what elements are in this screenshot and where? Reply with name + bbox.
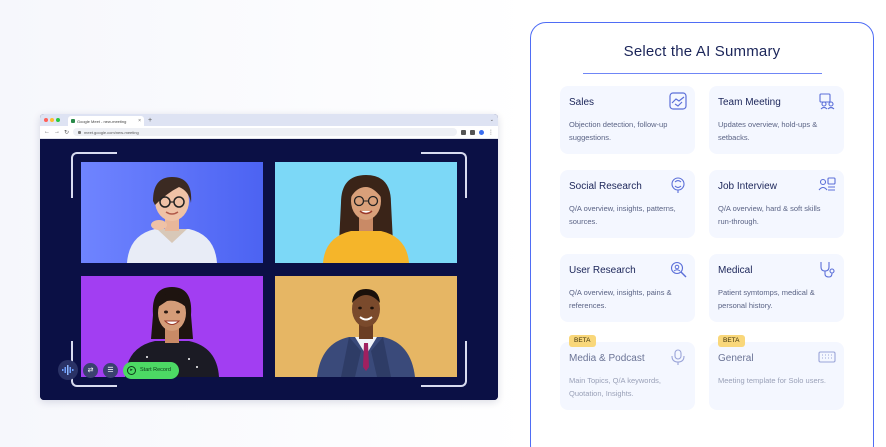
participant-avatar — [127, 177, 217, 263]
browser-tabbar: Google Meet - new-meeting × + ⌄ — [40, 114, 498, 126]
forward-icon[interactable]: → — [54, 129, 60, 135]
card-title: Medical — [718, 265, 753, 276]
maximize-window-dot[interactable] — [56, 118, 60, 122]
summary-card-job-interview[interactable]: Job Interview Q/A overview, hard & soft … — [709, 170, 844, 238]
interview-icon — [818, 177, 836, 191]
browser-window: Google Meet - new-meeting × + ⌄ ← → ↻ me… — [40, 114, 498, 400]
profile-avatar[interactable] — [479, 129, 484, 135]
browser-tab[interactable]: Google Meet - new-meeting × — [68, 116, 144, 126]
brain-icon — [671, 177, 685, 193]
new-tab-icon[interactable]: + — [148, 117, 152, 124]
start-record-label: Start Record — [140, 367, 171, 373]
summary-card-sales[interactable]: Sales Objection detection, follow-up sug… — [560, 86, 695, 154]
card-description: Objection detection, follow-up suggestio… — [569, 120, 668, 142]
tab-search-icon[interactable]: ⌄ — [490, 117, 494, 123]
card-title: User Research — [569, 265, 636, 276]
ai-summary-panel: Select the AI Summary Sales Objection de… — [530, 22, 874, 447]
close-window-dot[interactable] — [44, 118, 48, 122]
keyboard-icon — [818, 351, 836, 363]
extension-icon[interactable] — [461, 129, 466, 135]
participant-avatar — [317, 289, 415, 377]
menu-icon: ☰ — [107, 367, 114, 374]
participant-avatar — [323, 175, 409, 263]
card-title: Media & Podcast — [569, 353, 645, 364]
user-search-icon — [670, 261, 687, 278]
beta-badge: BETA — [718, 335, 745, 347]
card-title: Social Research — [569, 181, 642, 192]
address-bar-row: ← → ↻ meet.google.com/new-meeting ⋮ — [40, 126, 498, 139]
video-tile[interactable] — [275, 276, 457, 377]
lock-icon — [78, 130, 82, 134]
microphone-icon — [671, 349, 685, 365]
play-icon: ▸ — [127, 365, 136, 375]
card-description: Patient symtomps, medical & personal his… — [718, 288, 815, 310]
card-description: Q/A overview, insights, pains & referenc… — [569, 288, 672, 310]
tab-close-icon[interactable]: × — [138, 118, 141, 124]
card-description: Updates overview, hold-ups & setbacks. — [718, 120, 818, 142]
browser-tab-label: Google Meet - new-meeting — [77, 118, 127, 124]
meeting-stage: ⇄ ☰ ▸ Start Record — [40, 139, 498, 400]
card-title: Sales — [569, 97, 595, 108]
handshake-icon — [669, 92, 687, 110]
meet-favicon-icon — [71, 119, 75, 123]
card-description: Q/A overview, insights, patterns, source… — [569, 204, 676, 226]
back-icon[interactable]: ← — [44, 129, 50, 135]
translate-icon: ⇄ — [87, 367, 94, 374]
summary-card-medical[interactable]: Medical Patient symtomps, medical & pers… — [709, 254, 844, 322]
audio-wave-icon — [62, 365, 74, 375]
puzzle-icon[interactable] — [470, 129, 475, 135]
summary-card-media-podcast[interactable]: BETA Media & Podcast Main Topics, Q/A ke… — [560, 335, 695, 410]
meeting-controls: ⇄ ☰ ▸ Start Record — [58, 360, 179, 380]
card-description: Q/A overview, hard & soft skills run-thr… — [718, 204, 821, 226]
card-description: Meeting template for Solo users. — [718, 376, 826, 385]
url-field[interactable]: meet.google.com/new-meeting — [73, 128, 457, 136]
team-icon — [819, 93, 835, 110]
panel-title: Select the AI Summary — [623, 43, 781, 60]
menu-button[interactable]: ☰ — [103, 362, 118, 378]
start-record-button[interactable]: ▸ Start Record — [123, 361, 179, 379]
browser-menu-icon[interactable]: ⋮ — [488, 129, 494, 136]
card-description: Main Topics, Q/A keywords, Quotation, In… — [569, 376, 661, 398]
title-divider — [583, 73, 822, 74]
summary-card-social-research[interactable]: Social Research Q/A overview, insights, … — [560, 170, 695, 238]
summary-card-team-meeting[interactable]: Team Meeting Updates overview, hold-ups … — [709, 86, 844, 154]
summary-card-general[interactable]: BETA General Meeting template for Solo u… — [709, 335, 844, 410]
beta-badge: BETA — [569, 335, 596, 347]
card-title: Team Meeting — [718, 97, 781, 108]
video-tile[interactable] — [81, 162, 263, 263]
reload-icon[interactable]: ↻ — [64, 129, 69, 136]
url-text: meet.google.com/new-meeting — [84, 129, 139, 135]
minimize-window-dot[interactable] — [50, 118, 54, 122]
card-title: Job Interview — [718, 181, 777, 192]
stethoscope-icon — [820, 262, 835, 278]
audio-level-button[interactable] — [58, 360, 78, 380]
card-title: General — [718, 353, 754, 364]
translate-button[interactable]: ⇄ — [83, 362, 98, 378]
summary-card-user-research[interactable]: User Research Q/A overview, insights, pa… — [560, 254, 695, 322]
video-tile[interactable] — [275, 162, 457, 263]
